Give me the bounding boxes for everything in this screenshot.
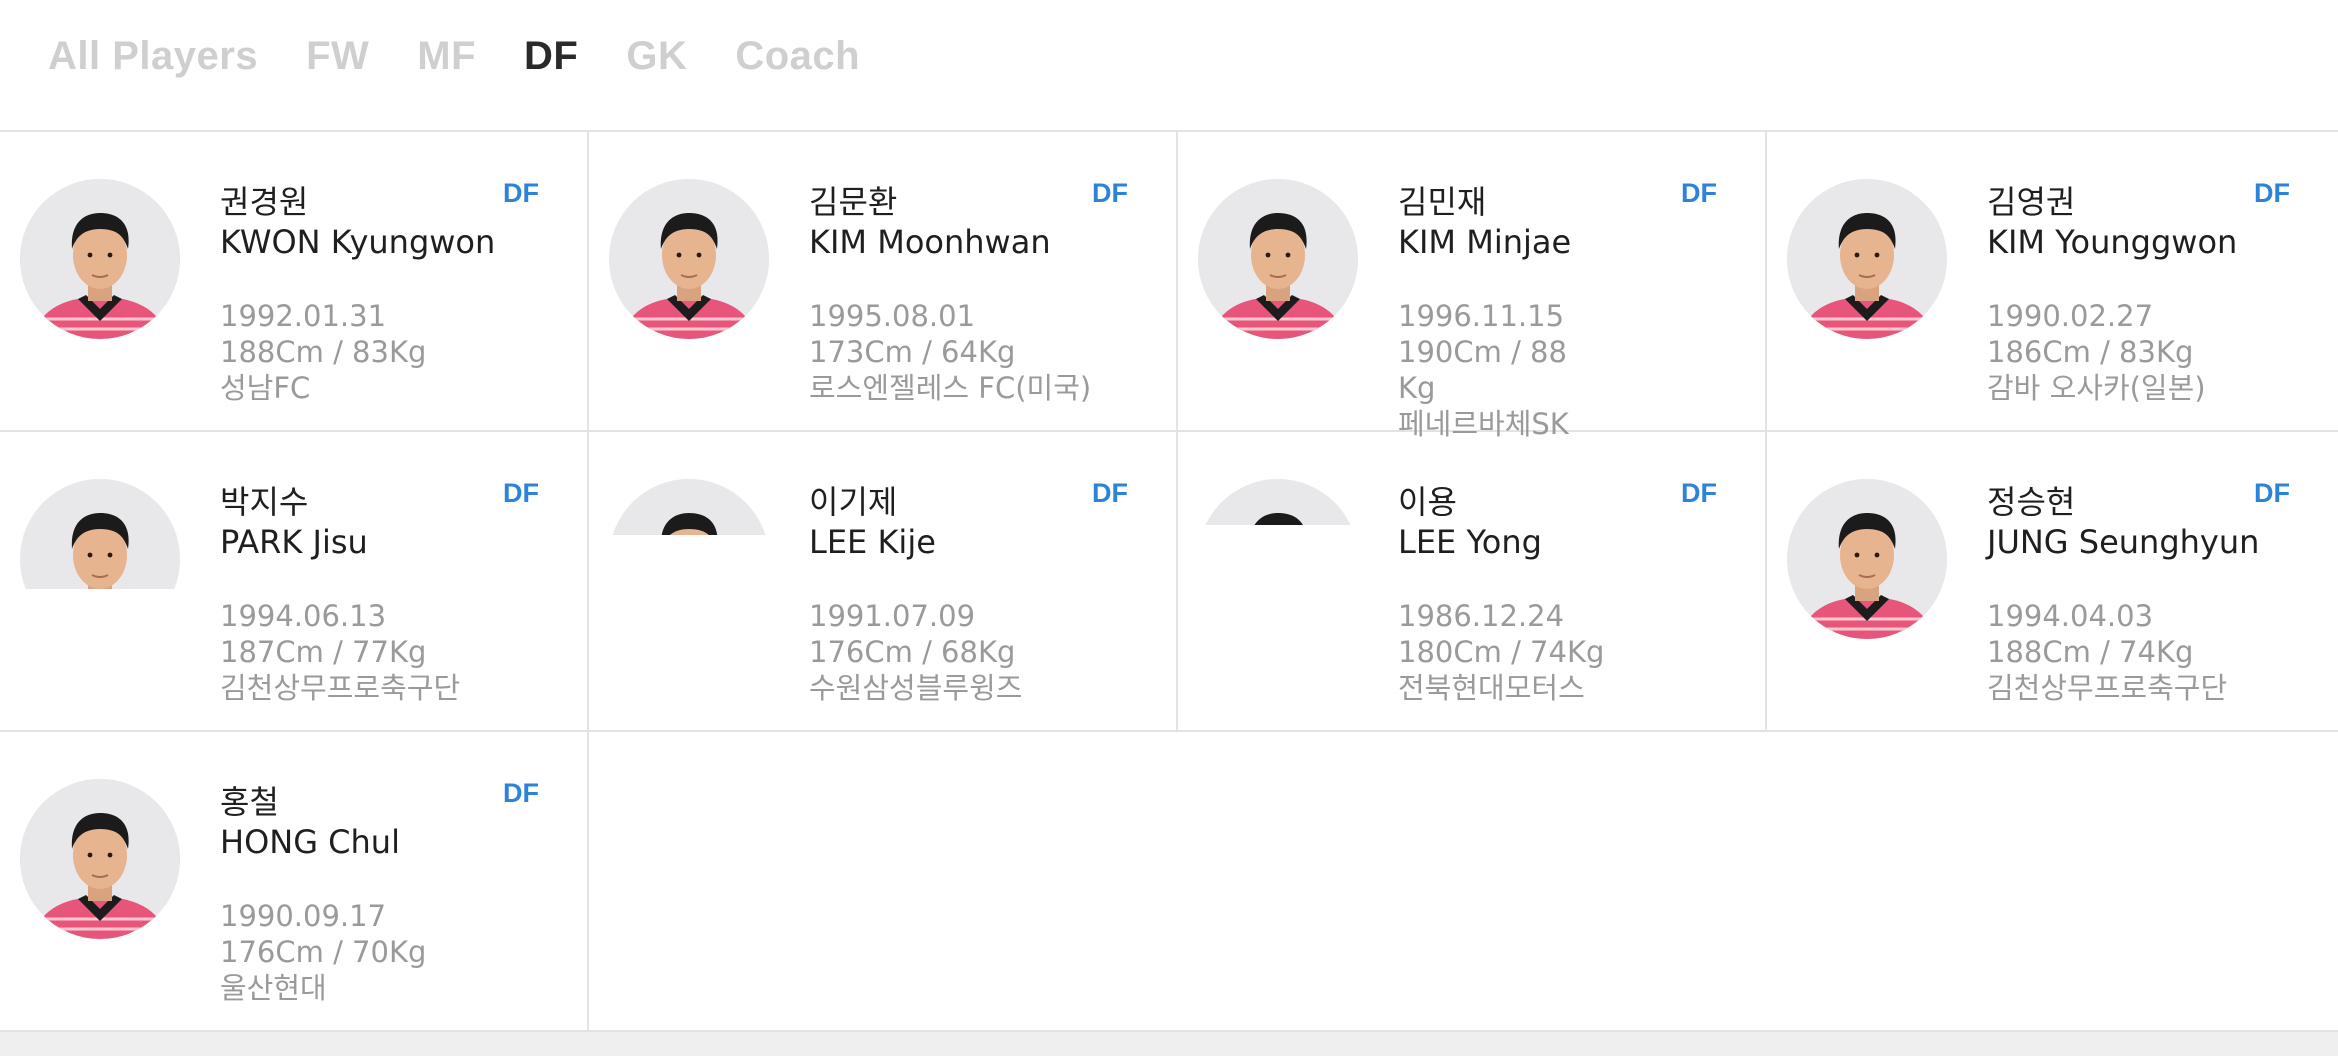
player-height-weight: 176Cm / 68Kg (809, 635, 1016, 669)
player-birthdate: 1990.02.27 (1987, 299, 2154, 333)
footer-bar (0, 1030, 2338, 1056)
player-club: 성남FC (220, 371, 311, 405)
player-name-english: PARK Jisu (220, 523, 368, 561)
position-badge: DF (503, 778, 539, 808)
player-photo (1787, 179, 1947, 339)
position-badge: DF (1681, 478, 1717, 508)
player-card[interactable]: DF 이용 LEE Yong 1986.12.24 180Cm / 74Kg 전… (1178, 432, 1767, 732)
player-name-korean: 박지수 (220, 483, 309, 521)
player-photo (1198, 479, 1358, 525)
player-height-weight: 188Cm / 83Kg (220, 335, 427, 369)
tab-mf[interactable]: MF (417, 34, 476, 79)
player-name-english: JUNG Seunghyun (1987, 523, 2260, 561)
player-birthdate: 1992.01.31 (220, 299, 387, 333)
player-card[interactable]: DF 홍철 HONG Chul 1990.09.17 176Cm / 70Kg … (0, 732, 589, 1032)
player-height-weight: 187Cm / 77Kg (220, 635, 427, 669)
tab-gk[interactable]: GK (626, 34, 687, 79)
player-name-korean: 김민재 (1398, 183, 1487, 221)
player-name-korean: 홍철 (220, 783, 279, 821)
player-grid: DF 권경원 KWON Kyungwon 1992.01.31 188Cm / … (0, 130, 2338, 1032)
tab-coach[interactable]: Coach (735, 34, 860, 79)
player-birthdate: 1986.12.24 (1398, 599, 1565, 633)
position-badge: DF (1092, 478, 1128, 508)
player-height-weight: 190Cm / 88Kg (1398, 335, 1567, 405)
player-birthdate: 1996.11.15 (1398, 299, 1565, 333)
player-name-english: KWON Kyungwon (220, 223, 496, 261)
player-birthdate: 1994.06.13 (220, 599, 387, 633)
player-photo (1198, 179, 1358, 339)
player-name-korean: 김문환 (809, 183, 898, 221)
player-club: 전북현대모터스 (1398, 671, 1585, 705)
position-badge: DF (503, 178, 539, 208)
player-height-weight: 180Cm / 74Kg (1398, 635, 1605, 669)
tab-all-players[interactable]: All Players (48, 34, 258, 79)
player-name-english: KIM Minjae (1398, 223, 1572, 261)
player-name-korean: 김영권 (1987, 183, 2076, 221)
player-birthdate: 1990.09.17 (220, 899, 387, 933)
player-card[interactable]: DF 이기제 LEE Kije 1991.07.09 176Cm / 68Kg … (589, 432, 1178, 732)
player-name-english: LEE Yong (1398, 523, 1542, 561)
player-photo (609, 179, 769, 339)
player-card[interactable]: DF 박지수 PARK Jisu 1994.06.13 187Cm / 77Kg… (0, 432, 589, 732)
player-card[interactable]: DF 김영권 KIM Younggwon 1990.02.27 186Cm / … (1767, 132, 2338, 432)
player-photo (20, 779, 180, 939)
player-card[interactable]: DF 정승현 JUNG Seunghyun 1994.04.03 188Cm /… (1767, 432, 2338, 732)
position-badge: DF (503, 478, 539, 508)
tab-fw[interactable]: FW (306, 34, 369, 79)
player-name-english: HONG Chul (220, 823, 400, 861)
player-name-korean: 이용 (1398, 483, 1457, 521)
position-badge: DF (1681, 178, 1717, 208)
player-club: 로스엔젤레스 FC(미국) (809, 371, 1092, 405)
position-badge: DF (1092, 178, 1128, 208)
player-card[interactable]: DF 권경원 KWON Kyungwon 1992.01.31 188Cm / … (0, 132, 589, 432)
player-photo (1787, 479, 1947, 639)
player-photo (20, 179, 180, 339)
player-birthdate: 1991.07.09 (809, 599, 976, 633)
position-tabs: All Players FW MF DF GK Coach (48, 34, 860, 79)
player-photo (609, 479, 769, 535)
player-height-weight: 173Cm / 64Kg (809, 335, 1016, 369)
player-photo (20, 479, 180, 589)
player-club: 감바 오사카(일본) (1987, 371, 2206, 405)
player-height-weight: 188Cm / 74Kg (1987, 635, 2194, 669)
player-card[interactable]: DF 김문환 KIM Moonhwan 1995.08.01 173Cm / 6… (589, 132, 1178, 432)
player-name-korean: 이기제 (809, 483, 898, 521)
position-badge: DF (2254, 178, 2290, 208)
player-name-korean: 정승현 (1987, 483, 2076, 521)
player-club: 김천상무프로축구단 (220, 671, 461, 705)
player-club: 페네르바체SK (1398, 407, 1569, 441)
player-name-english: KIM Younggwon (1987, 223, 2238, 261)
player-club: 김천상무프로축구단 (1987, 671, 2228, 705)
player-club: 수원삼성블루윙즈 (809, 671, 1023, 705)
player-birthdate: 1994.04.03 (1987, 599, 2154, 633)
player-card[interactable]: DF 김민재 KIM Minjae 1996.11.15 190Cm / 88K… (1178, 132, 1767, 441)
player-name-english: LEE Kije (809, 523, 936, 561)
player-height-weight: 176Cm / 70Kg (220, 935, 427, 969)
tab-df[interactable]: DF (524, 34, 578, 79)
player-club: 울산현대 (220, 971, 327, 1005)
player-birthdate: 1995.08.01 (809, 299, 976, 333)
player-height-weight: 186Cm / 83Kg (1987, 335, 2194, 369)
player-name-korean: 권경원 (220, 183, 309, 221)
player-name-english: KIM Moonhwan (809, 223, 1051, 261)
